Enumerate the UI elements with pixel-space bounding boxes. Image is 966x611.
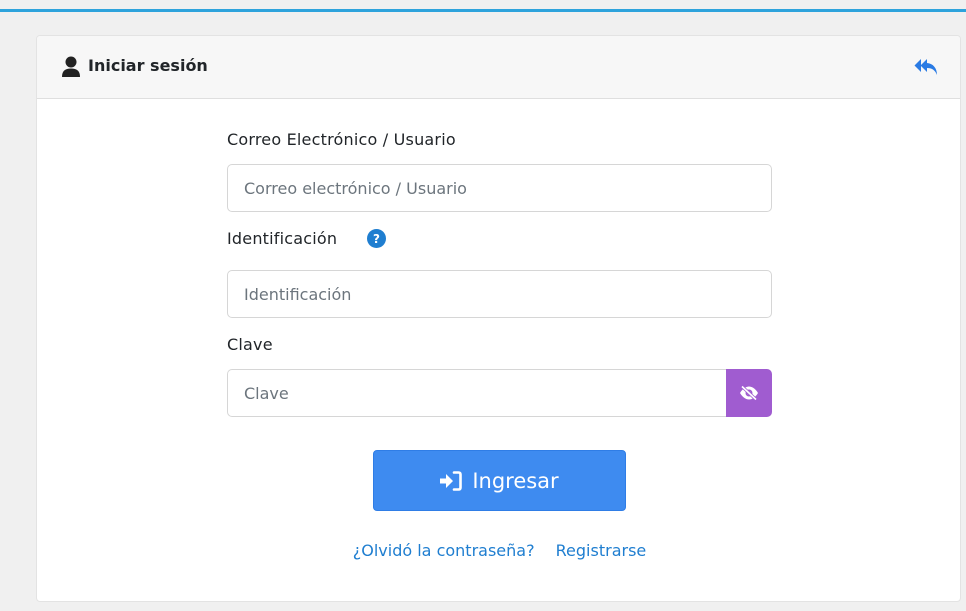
toggle-password-button[interactable] <box>726 369 772 417</box>
top-accent-bar <box>0 0 966 12</box>
sign-in-icon <box>440 470 463 491</box>
ingresar-label: Ingresar <box>472 468 559 493</box>
password-field[interactable] <box>227 369 726 417</box>
auth-links: ¿Olvidó la contraseña? Registrarse <box>37 541 960 560</box>
email-label: Correo Electrónico / Usuario <box>227 130 456 149</box>
email-field[interactable] <box>227 164 772 212</box>
svg-text:?: ? <box>373 232 380 246</box>
register-link[interactable]: Registrarse <box>556 541 647 560</box>
identification-label: Identificación <box>227 229 338 248</box>
ingresar-button[interactable]: Ingresar <box>373 450 626 511</box>
password-label: Clave <box>227 335 273 354</box>
eye-slash-icon <box>740 385 758 401</box>
identification-field[interactable] <box>227 270 772 318</box>
card-title: Iniciar sesión <box>88 56 208 75</box>
login-card: Iniciar sesión Correo Electrónico / Usua… <box>36 35 961 602</box>
question-circle-icon[interactable]: ? <box>367 229 386 248</box>
user-icon <box>62 56 80 77</box>
card-header: Iniciar sesión <box>37 36 960 99</box>
reply-all-icon[interactable] <box>914 56 938 78</box>
forgot-password-link[interactable]: ¿Olvidó la contraseña? <box>353 541 535 560</box>
